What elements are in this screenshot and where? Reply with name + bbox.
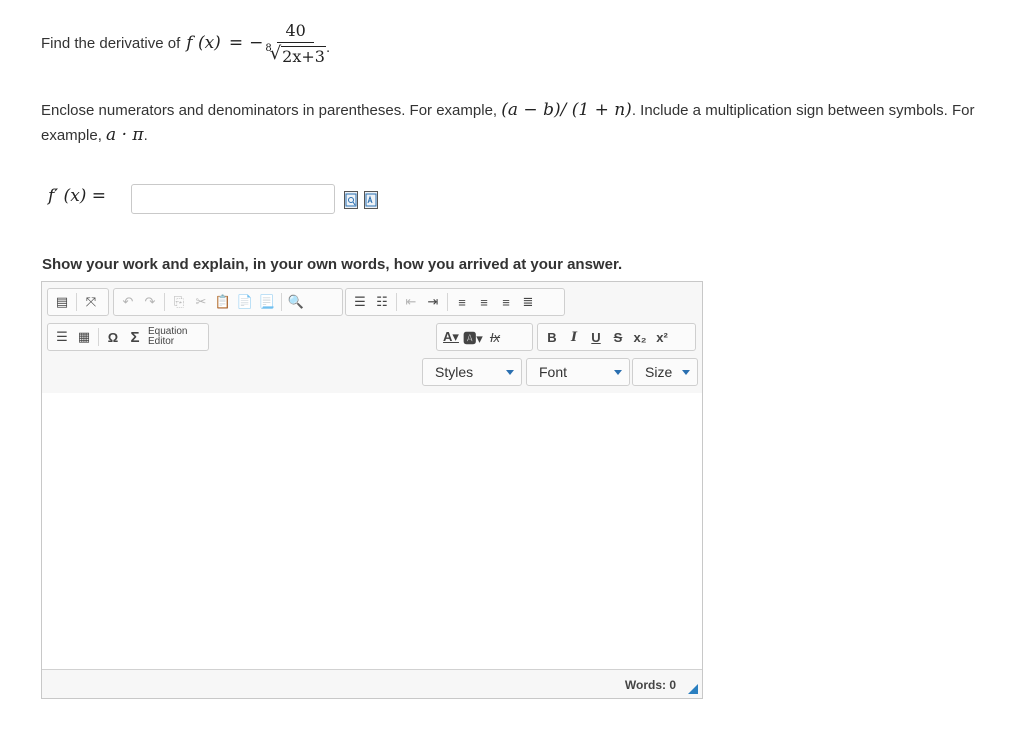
subscript-icon[interactable]: x₂ [629,326,651,348]
bulleted-list-icon[interactable]: ☷ [371,291,393,313]
bold-icon[interactable]: B [541,326,563,348]
styles-dropdown[interactable]: Styles [422,358,522,386]
size-dropdown[interactable]: Size [632,358,698,386]
chevron-down-icon [506,370,514,375]
chevron-down-icon [682,370,690,375]
find-icon[interactable]: 🔍 [285,291,307,313]
table-icon[interactable]: ▦ [73,326,95,348]
special-char-icon[interactable]: Ω [102,326,124,348]
align-right-icon[interactable]: ≡ [495,291,517,313]
maximize-icon[interactable]: ⤧ [80,291,102,313]
font-dropdown[interactable]: Font [526,358,630,386]
fraction: 40 8 √ 2x+3 [265,21,326,66]
toolbar-group-basicstyles: B I U S x₂ x² [537,323,696,351]
equation-editor-label-2: Editor [148,336,175,347]
remove-format-icon[interactable]: Ix [484,326,506,348]
size-label: Size [645,364,673,380]
styles-label: Styles [435,364,474,380]
minus-sign: − [249,33,264,53]
indent-icon[interactable]: ⇥ [422,291,444,313]
source-icon[interactable]: ▤ [51,291,73,313]
sigma-icon[interactable]: Σ [124,326,146,348]
instructions-example-2: a · π [106,125,144,145]
font-label: Font [539,364,568,380]
denominator: 8 √ 2x+3 [265,43,326,66]
undo-icon[interactable]: ↶ [117,291,139,313]
bg-color-icon[interactable]: 🅰▾ [462,326,484,348]
superscript-icon[interactable]: x² [651,326,673,348]
justify-icon[interactable]: ≣ [517,291,539,313]
italic-icon[interactable]: I [563,326,585,348]
radicand: 2x+3 [281,45,326,66]
toolbar-group-clipboard: ↶ ↷ ⎘ ✂ 📋 📄 📃 🔍 [113,288,343,316]
toolbar-separator [396,293,397,311]
copy-icon[interactable]: ⎘ [168,291,190,313]
paste-icon[interactable]: 📋 [212,291,234,313]
align-center-icon[interactable]: ≡ [473,291,495,313]
toolbar-separator [76,293,77,311]
formula-icon[interactable] [364,191,378,209]
resize-handle-icon[interactable] [688,684,698,694]
question-suffix: . [325,39,331,56]
toolbar-separator [281,293,282,311]
text-color-icon[interactable]: A▾ [440,326,462,348]
chevron-down-icon [614,370,622,375]
equals-sign: = [228,33,244,53]
toolbar-group-document: ▤ ⤧ [47,288,109,316]
numerator: 40 [277,21,314,43]
preview-icon[interactable] [344,191,358,209]
numbered-list-icon[interactable]: ☰ [349,291,371,313]
cut-icon[interactable]: ✂ [190,291,212,313]
underline-icon[interactable]: U [585,326,607,348]
work-prompt: Show your work and explain, in your own … [42,256,623,273]
question-prefix: Find the derivative of [41,34,181,52]
strike-icon[interactable]: S [607,326,629,348]
function-name: f (x) [186,33,221,53]
instructions: Enclose numerators and denominators in p… [41,98,981,148]
word-count: Words: 0 [624,678,676,692]
toolbar-group-insert: ☰ ▦ Ω Σ Equation Editor [47,323,209,351]
horizontal-rule-icon[interactable]: ☰ [51,326,73,348]
instructions-text-3: . [143,127,148,144]
editor-content-area[interactable] [42,393,702,670]
equation-editor-button[interactable]: Equation Editor [148,327,200,347]
rich-text-editor: ▤ ⤧ ↶ ↷ ⎘ ✂ 📋 📄 📃 🔍 ☰ ☷ ⇤ ⇥ ≡ ≡ ≡ ≣ ☰ ▦ … [41,281,703,699]
toolbar-separator [164,293,165,311]
radical-sign-icon: √ [269,42,282,64]
toolbar-group-colors: A▾ 🅰▾ Ix [436,323,533,351]
instructions-example-1: (a − b)/ (1 + n) [501,100,632,120]
instructions-text-1: Enclose numerators and denominators in p… [41,102,498,119]
redo-icon[interactable]: ↷ [139,291,161,313]
outdent-icon[interactable]: ⇤ [400,291,422,313]
answer-input[interactable] [131,184,335,214]
paste-word-icon[interactable]: 📃 [256,291,278,313]
toolbar-separator [447,293,448,311]
toolbar-group-paragraph: ☰ ☷ ⇤ ⇥ ≡ ≡ ≡ ≣ [345,288,565,316]
paste-text-icon[interactable]: 📄 [234,291,256,313]
align-left-icon[interactable]: ≡ [451,291,473,313]
question-text: Find the derivative of f (x) = − 40 8 √ … [41,16,330,70]
toolbar-separator [98,328,99,346]
editor-status-bar: Words: 0 [42,670,702,698]
editor-toolbar: ▤ ⤧ ↶ ↷ ⎘ ✂ 📋 📄 📃 🔍 ☰ ☷ ⇤ ⇥ ≡ ≡ ≡ ≣ ☰ ▦ … [42,282,702,394]
answer-label: f′ (x) = [48,186,107,206]
